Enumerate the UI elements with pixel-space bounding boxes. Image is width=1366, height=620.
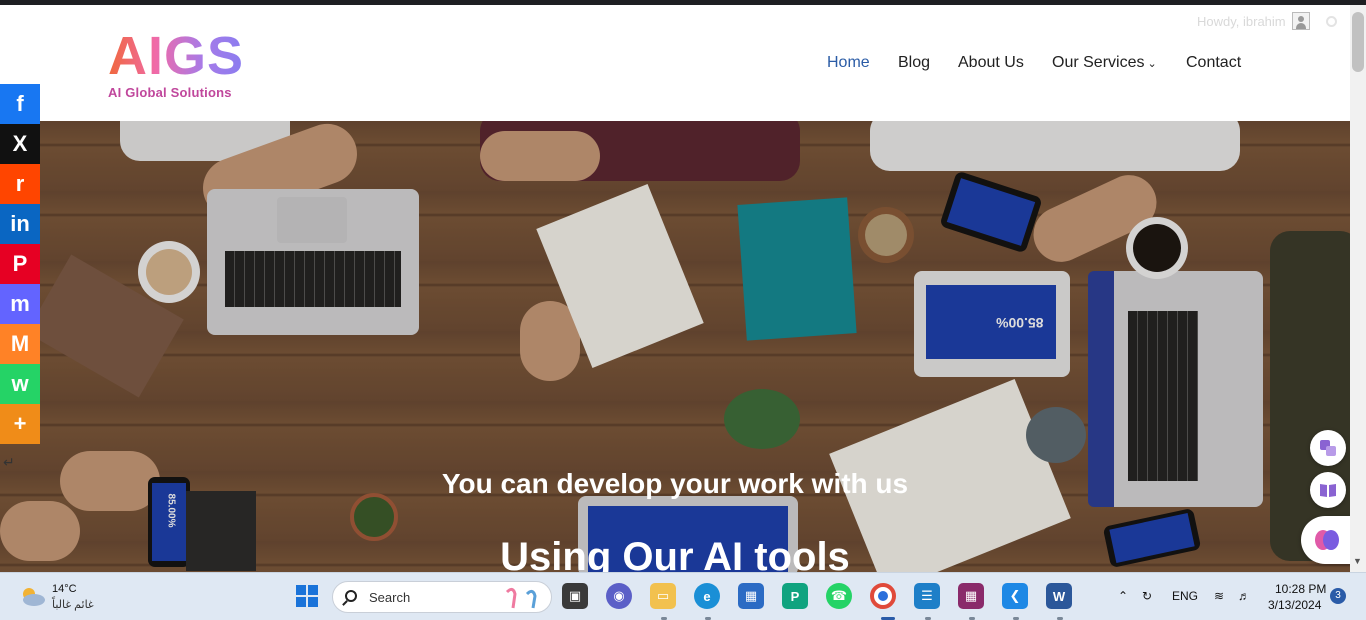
- teams-chat-button[interactable]: ◉: [606, 583, 632, 609]
- pinterest-share-button[interactable]: P: [0, 244, 40, 284]
- nav-home[interactable]: Home: [827, 54, 870, 72]
- vscode-button[interactable]: ❮: [1002, 583, 1028, 609]
- notification-badge[interactable]: 3: [1330, 588, 1346, 604]
- language-indicator[interactable]: ENG: [1172, 589, 1198, 603]
- cloud-weather-icon[interactable]: [18, 585, 46, 607]
- whatsapp-icon: w: [11, 371, 29, 396]
- nav-our-services-label: Our Services: [1052, 54, 1145, 71]
- scrollbar-thumb[interactable]: [1352, 12, 1364, 72]
- nav-our-services[interactable]: Our Services ⌄: [1052, 54, 1157, 72]
- chrome-icon: [878, 591, 888, 601]
- flamingo-search-highlight-icon: [505, 587, 537, 609]
- whatsapp-share-button[interactable]: w: [0, 364, 40, 404]
- sync-icon[interactable]: ↻: [1142, 589, 1152, 603]
- page-scrollbar[interactable]: [1350, 5, 1366, 572]
- facebook-share-button[interactable]: f: [0, 84, 40, 124]
- volume-icon[interactable]: ♬: [1238, 589, 1250, 603]
- wifi-icon[interactable]: ≋: [1214, 589, 1224, 603]
- hero-heading: Using Our AI tools: [500, 535, 850, 572]
- search-icon: [345, 590, 357, 602]
- winrar-button[interactable]: ▦: [958, 583, 984, 609]
- scroll-down-icon[interactable]: ▼: [1353, 556, 1362, 566]
- whatsapp-icon: ☎: [830, 588, 848, 603]
- clock-time[interactable]: 10:28 PM: [1275, 582, 1326, 596]
- hero-banner: 85.00% 85.00% You can develop your work …: [0, 121, 1350, 572]
- chevron-down-icon: ⌄: [1147, 58, 1157, 70]
- more-share-button[interactable]: +: [0, 404, 40, 444]
- translate-button[interactable]: [1310, 430, 1346, 466]
- edge-button[interactable]: e: [694, 583, 720, 609]
- mastodon-icon: m: [10, 291, 30, 316]
- mastodon-share-button[interactable]: m: [0, 284, 40, 324]
- windows-taskbar: 14°C غائم غالباً Search ▣ ◉ ▭ e ▦ P ☎ ☰ …: [0, 572, 1366, 620]
- mix-share-button[interactable]: M: [0, 324, 40, 364]
- translate-icon: [1320, 440, 1336, 456]
- pinterest-icon: P: [12, 251, 28, 276]
- taskbar-search[interactable]: Search: [332, 581, 552, 613]
- collapse-share-icon[interactable]: ↵: [3, 454, 15, 471]
- x-icon: X: [12, 131, 28, 156]
- store-icon: ▦: [744, 588, 758, 603]
- folder-icon: ▭: [656, 588, 670, 603]
- winrar-icon: ▦: [964, 588, 978, 603]
- windows-icon: [296, 585, 318, 607]
- nav-blog[interactable]: Blog: [898, 54, 930, 72]
- chat-icon: ◉: [613, 588, 625, 603]
- word-icon: W: [1052, 588, 1066, 604]
- facebook-icon: f: [16, 91, 24, 116]
- ai-assistant-button[interactable]: [1301, 516, 1353, 564]
- file-explorer-button[interactable]: ▭: [650, 583, 676, 609]
- hero-overlay: [0, 121, 1350, 572]
- linkedin-icon: in: [10, 211, 30, 236]
- nav-contact[interactable]: Contact: [1186, 54, 1241, 72]
- admin-howdy[interactable]: Howdy, ibrahim: [1197, 14, 1286, 29]
- store-button[interactable]: ▦: [738, 583, 764, 609]
- plus-icon: +: [13, 411, 27, 436]
- user-avatar-icon[interactable]: [1292, 12, 1310, 30]
- book-icon: [1320, 484, 1336, 497]
- logo-subtitle: AI Global Solutions: [108, 85, 232, 100]
- clock-date[interactable]: 3/13/2024: [1268, 598, 1321, 612]
- word-button[interactable]: W: [1046, 583, 1072, 609]
- reader-button[interactable]: [1310, 472, 1346, 508]
- site-logo[interactable]: AIGS AI Global Solutions: [106, 25, 243, 105]
- task-view-button[interactable]: ▣: [562, 583, 588, 609]
- whatsapp-button[interactable]: ☎: [826, 583, 852, 609]
- edge-icon: e: [703, 588, 711, 604]
- weather-temperature[interactable]: 14°C: [52, 583, 77, 595]
- notepad-icon: ☰: [921, 588, 933, 603]
- hero-tagline: You can develop your work with us: [441, 468, 909, 499]
- task-view-icon: ▣: [568, 588, 582, 603]
- p-app-icon: P: [790, 588, 800, 604]
- site-header: AIGS AI Global Solutions Howdy, ibrahim …: [0, 5, 1350, 121]
- mix-icon: M: [10, 331, 30, 356]
- search-label: Search: [369, 590, 411, 605]
- x-share-button[interactable]: X: [0, 124, 40, 164]
- notepad-button[interactable]: ☰: [914, 583, 940, 609]
- nav-about-us[interactable]: About Us: [958, 54, 1024, 72]
- vscode-icon: ❮: [1009, 588, 1021, 603]
- linkedin-share-button[interactable]: in: [0, 204, 40, 244]
- weather-description[interactable]: غائم غالباً: [52, 598, 94, 611]
- chrome-button[interactable]: [870, 583, 896, 609]
- brain-icon: [1315, 530, 1339, 550]
- reddit-icon: r: [15, 171, 25, 196]
- social-share-bar: f X r in P m M w +: [0, 84, 40, 444]
- reddit-share-button[interactable]: r: [0, 164, 40, 204]
- app-p-button[interactable]: P: [782, 583, 808, 609]
- start-button[interactable]: [294, 583, 320, 609]
- chevron-up-icon[interactable]: ⌃: [1118, 589, 1128, 603]
- logo-mark: AIGS: [108, 26, 245, 86]
- search-icon[interactable]: [1326, 16, 1337, 27]
